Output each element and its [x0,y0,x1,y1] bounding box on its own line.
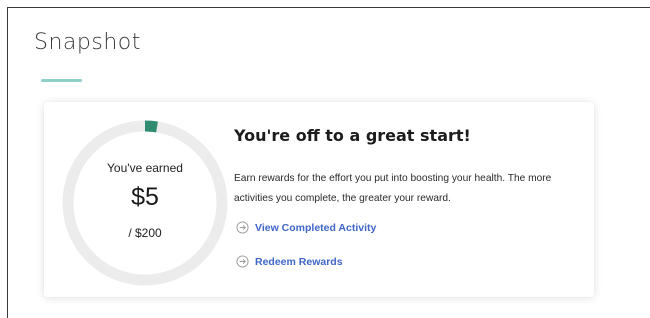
redeem-rewards-link[interactable]: Redeem Rewards [236,255,343,268]
card-headline: You're off to a great start! [234,126,471,145]
card-description: Earn rewards for the effort you put into… [234,173,552,204]
rewards-card: You've earned $5 / $200 You're off to a … [44,102,594,297]
earned-amount: $5 [131,183,159,211]
arrow-right-circle-icon [236,221,249,234]
arrow-right-circle-icon [236,255,249,268]
view-completed-activity-label: View Completed Activity [255,221,377,234]
redeem-rewards-label: Redeem Rewards [255,255,343,268]
title-underline [41,79,82,82]
earned-label: You've earned [107,161,183,175]
reward-total: / $200 [128,226,162,240]
view-completed-activity-link[interactable]: View Completed Activity [236,221,376,234]
page-title: Snapshot [34,30,141,55]
